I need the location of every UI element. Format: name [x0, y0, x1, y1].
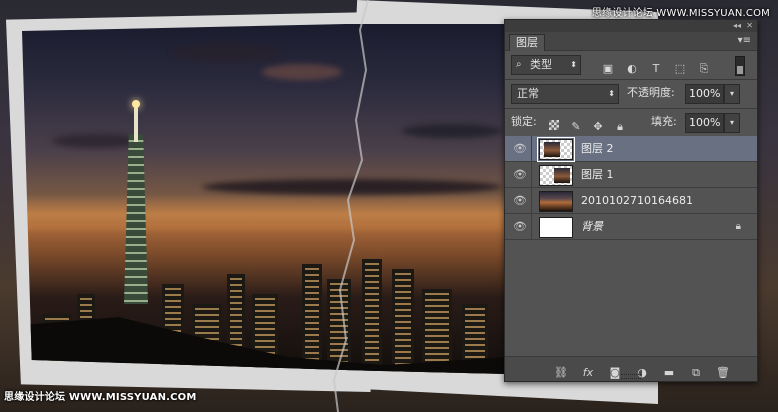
blend-mode-select[interactable]: 正常 ⬍: [511, 84, 619, 104]
adjustment-layer-filter-icon[interactable]: ◐: [625, 62, 639, 76]
visibility-eye-icon[interactable]: 👁︎: [509, 188, 532, 213]
link-layers-icon[interactable]: ⛓: [553, 365, 569, 381]
fill-dropdown-icon[interactable]: ▾: [724, 113, 740, 133]
fill-label: 填充:: [651, 115, 677, 128]
resize-grip[interactable]: [621, 374, 641, 379]
tab-layers[interactable]: 图层: [509, 34, 545, 51]
opacity-label: 不透明度:: [627, 86, 675, 99]
visibility-eye-icon[interactable]: 👁︎: [509, 214, 532, 239]
delete-layer-trash-icon[interactable]: 🗑︎: [715, 365, 731, 381]
layer-name[interactable]: 背景: [581, 214, 603, 239]
layer-list[interactable]: 👁︎ 图层 2 👁︎ 图层 1 👁︎ 2010102710164681 👁︎ 背…: [505, 136, 757, 240]
stepper-arrows-icon: ⬍: [608, 89, 615, 98]
visibility-eye-icon[interactable]: 👁︎: [509, 162, 532, 187]
new-layer-icon[interactable]: ⧉: [688, 365, 704, 381]
layer-thumbnail[interactable]: [539, 217, 573, 238]
type-layer-filter-icon[interactable]: T: [649, 62, 663, 76]
lock-icon: 🔒︎: [735, 221, 741, 232]
layer-style-fx-icon[interactable]: fx: [580, 365, 596, 381]
lock-position-icon[interactable]: ✥: [591, 120, 605, 134]
shape-layer-filter-icon[interactable]: ⬚: [673, 62, 687, 76]
lock-label: 锁定:: [511, 115, 537, 128]
close-icon[interactable]: ✕: [746, 21, 753, 30]
panel-menu-icon[interactable]: ▾≡: [738, 35, 751, 46]
visibility-eye-icon[interactable]: 👁︎: [509, 136, 532, 161]
skyscraper-tower: [124, 134, 148, 304]
filter-row: ⌕ 类型 ⬍ ▣ ◐ T ⬚ ⎘: [505, 51, 757, 79]
layer-thumbnail[interactable]: [539, 165, 573, 186]
layer-row-background[interactable]: 👁︎ 背景 🔒︎: [505, 214, 757, 240]
layer-thumbnail[interactable]: [539, 191, 573, 212]
blend-mode-value: 正常: [517, 87, 539, 100]
tab-bar: 图层 ▾≡: [505, 32, 757, 51]
layer-thumbnail[interactable]: [537, 137, 575, 162]
stepper-arrows-icon: ⬍: [570, 60, 577, 69]
pixel-layer-filter-icon[interactable]: ▣: [601, 62, 615, 76]
collapse-icon[interactable]: ◂◂: [733, 21, 741, 30]
lock-image-pixels-icon[interactable]: ✎: [569, 120, 583, 134]
fill-input[interactable]: 100%: [685, 113, 724, 133]
layer-name[interactable]: 2010102710164681: [581, 188, 693, 213]
filter-kind-select[interactable]: ⌕ 类型 ⬍: [511, 55, 581, 75]
layer-row-layer1[interactable]: 👁︎ 图层 1: [505, 162, 757, 188]
new-group-folder-icon[interactable]: ▬: [661, 365, 677, 381]
lock-all-icon[interactable]: 🔒︎: [613, 120, 627, 134]
opacity-dropdown-icon[interactable]: ▾: [724, 84, 740, 104]
blend-row: 正常 ⬍ 不透明度: 100% ▾: [505, 80, 757, 108]
panel-titlebar[interactable]: ◂◂ ✕: [505, 20, 757, 32]
layer-row-layer2[interactable]: 👁︎ 图层 2: [505, 136, 757, 162]
layer-name[interactable]: 图层 2: [581, 136, 614, 161]
layer-row-photo[interactable]: 👁︎ 2010102710164681: [505, 188, 757, 214]
filter-toggle-switch[interactable]: [735, 56, 745, 76]
layers-panel[interactable]: ◂◂ ✕ 图层 ▾≡ ⌕ 类型 ⬍ ▣ ◐ T ⬚ ⎘ 正常 ⬍ 不透明度: 100% …: [504, 19, 758, 382]
layers-bottom-toolbar: ⛓ fx ◙ ◑ ▬ ⧉ 🗑︎: [505, 356, 757, 381]
layer-name[interactable]: 图层 1: [581, 162, 614, 187]
tear-line: [332, 0, 369, 412]
lock-row: 锁定: ✎ ✥ 🔒︎ 填充: 100% ▾: [505, 109, 757, 137]
lock-transparency-icon[interactable]: [547, 118, 561, 132]
city-night-photo: [22, 24, 506, 374]
filter-kind-label: 类型: [530, 58, 552, 71]
watermark-top: 思缘设计论坛 WWW.MISSYUAN.COM: [591, 8, 770, 19]
search-icon: ⌕: [516, 59, 522, 70]
watermark-bottom: 思缘设计论坛 WWW.MISSYUAN.COM: [4, 392, 197, 403]
smart-object-filter-icon[interactable]: ⎘: [697, 62, 711, 76]
opacity-input[interactable]: 100%: [685, 84, 724, 104]
